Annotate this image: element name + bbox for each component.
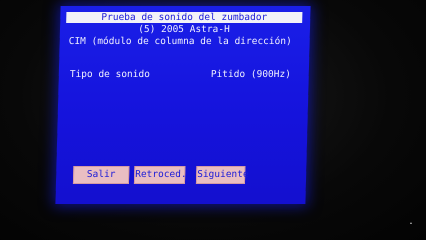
back-button[interactable]: Retroced.	[133, 166, 187, 184]
next-button[interactable]: Siguiente	[195, 166, 249, 184]
diagnostic-screen: Prueba de sonido del zumbador (5) 2005 A…	[55, 6, 311, 204]
sound-type-value: Pitido (900Hz)	[210, 69, 292, 80]
page-title: Prueba de sonido del zumbador	[66, 12, 303, 23]
vehicle-subtitle: (5) 2005 Astra-H	[138, 24, 230, 35]
sound-type-label: Tipo de sonido	[69, 69, 151, 80]
module-name: CIM (módulo de columna de la dirección)	[68, 36, 292, 47]
exit-button[interactable]: Salir	[72, 166, 130, 184]
device-icon: ⠂	[409, 220, 416, 230]
